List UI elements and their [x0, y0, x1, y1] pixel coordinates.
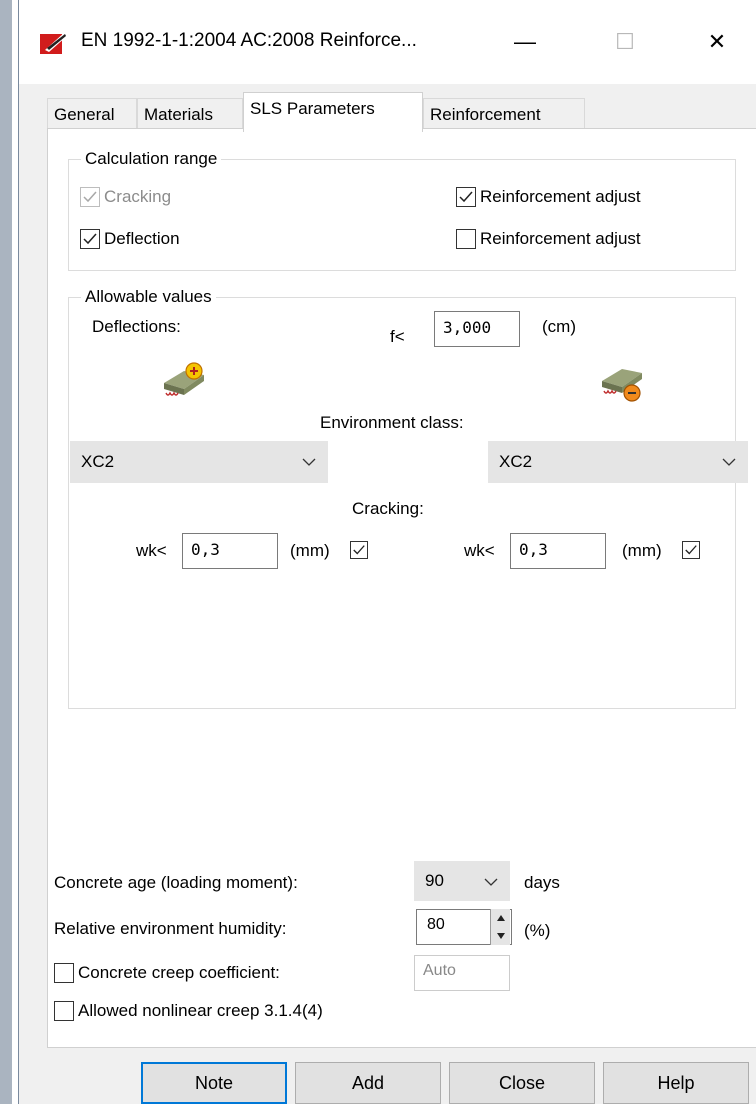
f-limit-input[interactable]: 3,000 — [434, 311, 520, 347]
f-limit-unit: (cm) — [542, 317, 576, 336]
minimize-button[interactable]: — — [497, 22, 553, 62]
wk-bottom-label: wk< — [464, 541, 495, 560]
cracking-label: Cracking — [104, 187, 172, 206]
window-title: EN 1992-1-1:2004 AC:2008 Reinforce... — [81, 30, 417, 51]
close-window-button[interactable]: ✕ — [689, 22, 745, 62]
deflection-label: Deflection — [104, 229, 180, 248]
chevron-down-icon — [722, 458, 736, 466]
wk-bottom-input[interactable]: 0,3 — [510, 533, 606, 569]
tab-reinforcement[interactable]: Reinforcement — [423, 98, 585, 130]
cracking-limits-label: Cracking: — [352, 499, 424, 518]
concrete-age-select[interactable]: 90 — [414, 861, 510, 901]
allowable-values-legend: Allowable values — [81, 287, 216, 307]
creep-coefficient-checkbox[interactable]: Concrete creep coefficient: — [54, 963, 280, 983]
spin-up-icon[interactable] — [496, 914, 506, 922]
app-icon — [40, 32, 67, 54]
cracking-check-icon — [80, 187, 100, 207]
chevron-down-icon — [302, 458, 316, 466]
slab-bottom-face-icon — [602, 369, 642, 402]
wk-bottom-checkbox[interactable] — [682, 541, 700, 559]
calculation-range-legend: Calculation range — [81, 149, 222, 169]
wk-top-unit: (mm) — [290, 541, 330, 560]
background-window-strip — [0, 0, 12, 1104]
reinforcement-adjust-1-label: Reinforcement adjust — [480, 187, 641, 206]
reinforcement-adjust-checkbox-1[interactable]: Reinforcement adjust — [456, 187, 641, 207]
reinforcement-adjust-2-check-icon — [456, 229, 476, 249]
reinforcement-adjust-1-check-icon — [456, 187, 476, 207]
tab-sls-parameters[interactable]: SLS Parameters — [243, 92, 423, 132]
chevron-down-icon — [484, 878, 498, 886]
deflection-checkbox[interactable]: Deflection — [80, 229, 180, 249]
nonlinear-creep-label: Allowed nonlinear creep 3.1.4(4) — [78, 1001, 323, 1020]
close-button[interactable]: Close — [449, 1062, 595, 1104]
creep-coefficient-input[interactable]: Auto — [414, 955, 510, 991]
creep-coefficient-label: Concrete creep coefficient: — [78, 963, 280, 982]
nonlinear-creep-check-icon — [54, 1001, 74, 1021]
wk-top-checkbox[interactable] — [350, 541, 368, 559]
f-limit-label: f< — [390, 327, 405, 346]
environment-class-bottom-select[interactable]: XC2 — [488, 441, 748, 483]
dialog-button-row: Note Add Close Help — [19, 1062, 756, 1104]
humidity-unit: (%) — [524, 921, 551, 940]
nonlinear-creep-checkbox[interactable]: Allowed nonlinear creep 3.1.4(4) — [54, 1001, 323, 1021]
deflection-check-icon — [80, 229, 100, 249]
help-button[interactable]: Help — [603, 1062, 749, 1104]
environment-class-top-value: XC2 — [81, 452, 115, 471]
tab-general[interactable]: General — [47, 98, 137, 130]
humidity-label: Relative environment humidity: — [54, 919, 287, 938]
reinforcement-adjust-checkbox-2[interactable]: Reinforcement adjust — [456, 229, 641, 249]
wk-top-label: wk< — [136, 541, 167, 560]
reinforcement-adjust-2-label: Reinforcement adjust — [480, 229, 641, 248]
concrete-age-unit: days — [524, 873, 560, 892]
concrete-age-value: 90 — [425, 871, 444, 890]
dialog-window: EN 1992-1-1:2004 AC:2008 Reinforce... — … — [18, 0, 756, 1104]
humidity-spinner[interactable] — [490, 909, 510, 945]
sls-parameters-panel: Calculation range Cracking Deflection Re… — [47, 128, 756, 1048]
humidity-value: 80 — [427, 916, 445, 933]
deflections-label: Deflections: — [92, 317, 181, 336]
concrete-age-label: Concrete age (loading moment): — [54, 873, 298, 892]
note-button[interactable]: Note — [141, 1062, 287, 1104]
wk-top-input[interactable]: 0,3 — [182, 533, 278, 569]
environment-class-top-select[interactable]: XC2 — [70, 441, 328, 483]
add-button[interactable]: Add — [295, 1062, 441, 1104]
tab-materials[interactable]: Materials — [137, 98, 243, 130]
calculation-range-group: Calculation range — [68, 149, 736, 271]
environment-class-bottom-value: XC2 — [499, 452, 533, 471]
slab-top-face-icon — [164, 362, 204, 396]
maximize-button[interactable]: ☐ — [597, 22, 653, 62]
spin-down-icon[interactable] — [496, 932, 506, 940]
environment-class-label: Environment class: — [320, 413, 464, 432]
creep-coefficient-check-icon — [54, 963, 74, 983]
cracking-checkbox[interactable]: Cracking — [80, 187, 171, 207]
title-bar[interactable]: EN 1992-1-1:2004 AC:2008 Reinforce... — … — [19, 0, 756, 84]
wk-bottom-unit: (mm) — [622, 541, 662, 560]
